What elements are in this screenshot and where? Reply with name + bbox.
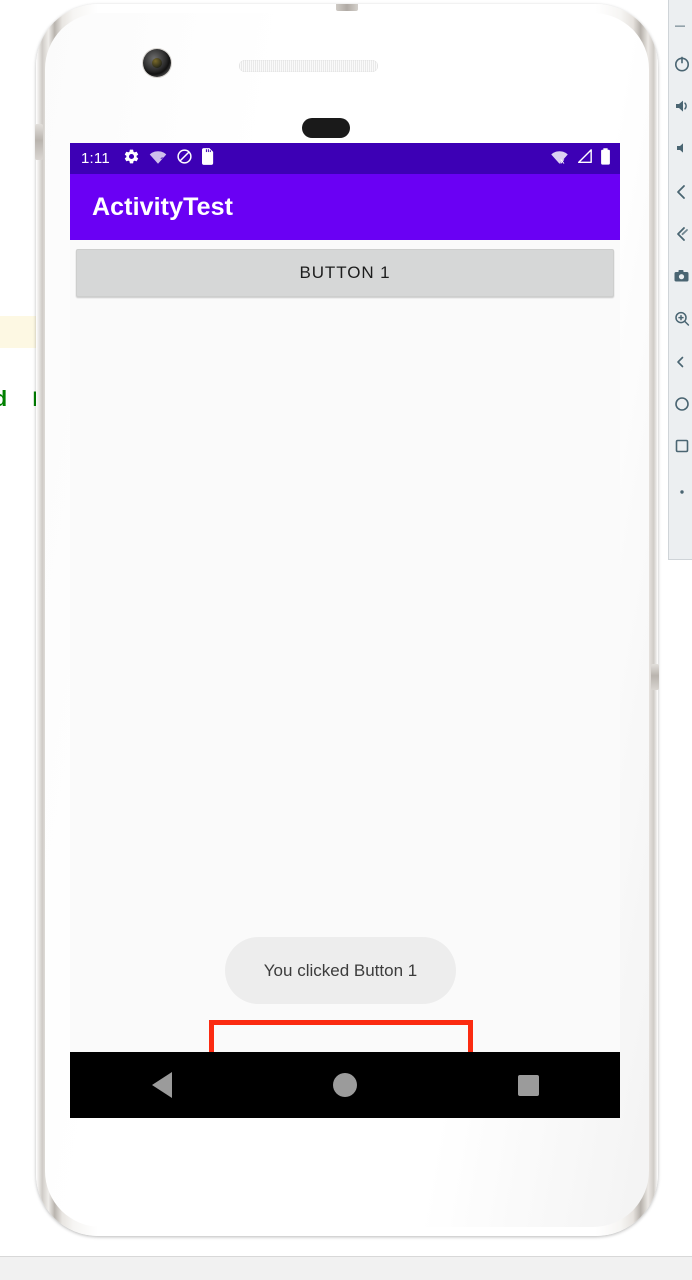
sd-card-icon: [201, 147, 215, 170]
app-bar: ActivityTest: [70, 174, 620, 240]
svg-text:?: ?: [160, 156, 164, 163]
device-sensor-notch: [302, 118, 350, 138]
screenshot-camera-icon[interactable]: [673, 263, 692, 289]
android-status-bar: 1:11 ? x: [70, 143, 620, 174]
device-screen: 1:11 ? x ActivityTest BUTTON 1 You click…: [70, 143, 620, 1118]
battery-full-icon: [600, 147, 611, 170]
more-options-icon[interactable]: [673, 479, 692, 505]
ide-code-fragment: d B: [0, 388, 46, 413]
rotate-right-icon[interactable]: [673, 221, 692, 247]
status-bar-right-icons: x: [550, 147, 611, 170]
earpiece-speaker-grille: [239, 60, 378, 72]
device-left-button[interactable]: [35, 124, 43, 160]
cellular-signal-icon: [576, 148, 593, 169]
status-bar-clock: 1:11: [81, 150, 110, 167]
window-bottom-strip: [0, 1256, 692, 1280]
wifi-question-icon: ?: [149, 149, 167, 169]
volume-up-icon[interactable]: [673, 93, 692, 119]
back-triangle-icon: [151, 1072, 172, 1098]
android-emulator-device: 1:11 ? x ActivityTest BUTTON 1 You click…: [35, 4, 659, 1236]
status-bar-left-icons: ?: [123, 147, 215, 170]
page-title: ActivityTest: [92, 192, 234, 221]
do-not-disturb-icon: [176, 148, 193, 170]
nav-home-button[interactable]: [253, 1073, 436, 1097]
toast-message: You clicked Button 1: [225, 937, 456, 1004]
button-1[interactable]: BUTTON 1: [76, 249, 614, 297]
emulator-toolbar: [668, 0, 692, 560]
minimize-icon[interactable]: [673, 13, 692, 39]
home-icon[interactable]: [673, 391, 692, 417]
zoom-icon[interactable]: [673, 305, 692, 331]
recents-square-icon: [517, 1074, 539, 1096]
overview-icon[interactable]: [673, 433, 692, 459]
ide-highlight-band: [0, 316, 38, 348]
rotate-left-icon[interactable]: [673, 179, 692, 205]
camera-lens-inner: [152, 58, 162, 68]
device-power-button[interactable]: [651, 664, 659, 690]
home-circle-icon: [332, 1073, 357, 1097]
volume-down-icon[interactable]: [673, 135, 692, 161]
back-icon[interactable]: [673, 349, 692, 375]
nav-back-button[interactable]: [70, 1072, 253, 1098]
app-content-area: BUTTON 1 You clicked Button 1: [70, 240, 620, 1118]
device-top-antenna-line: [336, 4, 358, 11]
emulator-screenshot: d B: [0, 0, 692, 1280]
wifi-off-icon: x: [550, 149, 569, 169]
nav-recents-button[interactable]: [437, 1074, 620, 1096]
settings-gear-icon: [123, 148, 140, 170]
android-navigation-bar: [70, 1052, 620, 1118]
front-camera-icon: [143, 49, 171, 77]
power-icon[interactable]: [673, 51, 692, 77]
